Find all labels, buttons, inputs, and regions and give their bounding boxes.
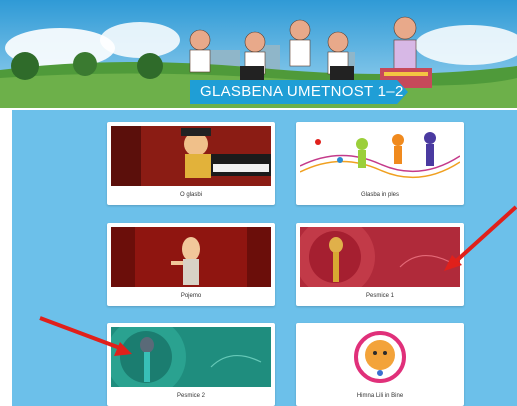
banner-title: GLASBENA UMETNOST 1–2	[190, 80, 408, 104]
piano-player-illustration	[111, 126, 271, 186]
card-glasba-in-ples[interactable]: Glasba in ples	[296, 122, 464, 205]
microphone-icon	[300, 227, 460, 287]
card-label: Pesmice 1	[365, 293, 394, 299]
card-himna-lili-in-bine[interactable]: Himna Lili in Bine	[296, 323, 464, 406]
dancers-music-notes-illustration	[300, 126, 460, 186]
card-label: O glasbi	[179, 192, 202, 198]
card-label: Pesmice 2	[176, 393, 205, 399]
card-o-glasbi[interactable]: O glasbi	[107, 122, 275, 205]
card-pesmice-2[interactable]: Pesmice 2	[107, 323, 275, 406]
lili-bine-badge	[300, 327, 460, 387]
card-label: Glasba in ples	[360, 192, 400, 198]
card-label: Himna Lili in Bine	[356, 393, 404, 399]
card-pesmice-1[interactable]: Pesmice 1	[296, 223, 464, 306]
header-banner: GLASBENA UMETNOST 1–2	[0, 0, 517, 108]
content-area: O glasbi Glasba in ples Pojemo Pesmice 1…	[12, 110, 517, 406]
card-pojemo[interactable]: Pojemo	[107, 223, 275, 306]
singer-illustration	[111, 227, 271, 287]
microphone-icon	[111, 327, 271, 387]
card-label: Pojemo	[180, 293, 202, 299]
